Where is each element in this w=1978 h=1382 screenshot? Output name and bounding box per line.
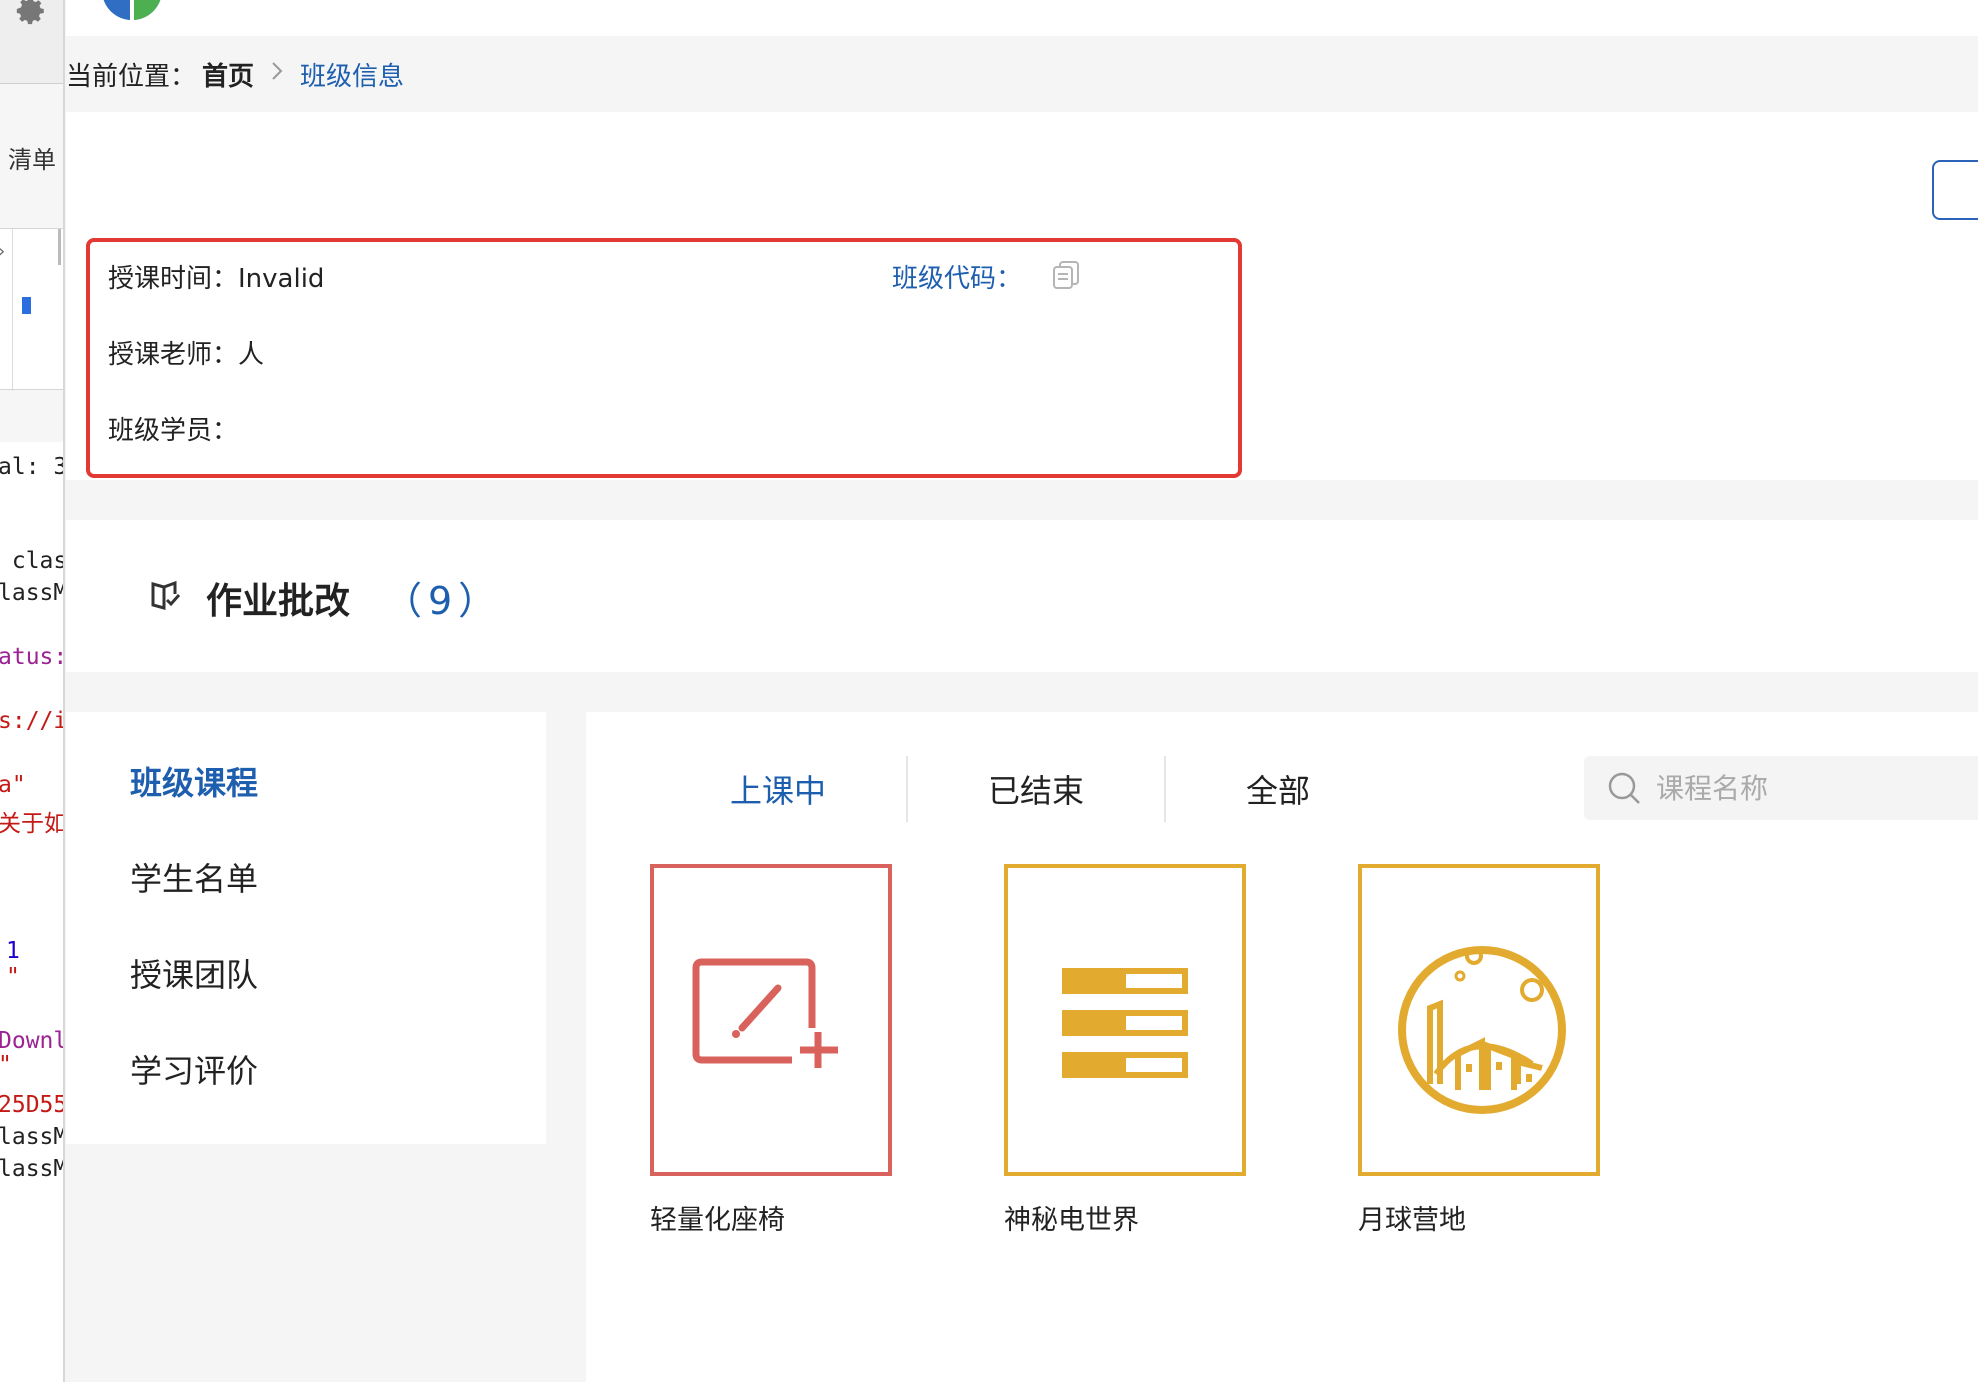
homework-card[interactable] bbox=[66, 520, 1978, 672]
class-info-card bbox=[66, 112, 1978, 480]
code-line: " bbox=[6, 964, 20, 990]
homework-count: （9） bbox=[384, 579, 503, 623]
code-line: 25D55 bbox=[0, 1092, 65, 1118]
breadcrumb: 当前位置： 首页 班级信息 bbox=[66, 36, 1978, 112]
add-board-icon bbox=[692, 958, 838, 1068]
code-line: clas bbox=[0, 548, 65, 574]
page-header bbox=[66, 0, 1978, 36]
devtools-code-view: al: 3 clas lassM atus: s://i a" 关于如何 1 "… bbox=[0, 442, 65, 1382]
logo-icon[interactable] bbox=[92, 0, 172, 22]
devtools-panel: 清单 › al: 3 clas lassM atus: s://i a" 关于如… bbox=[0, 0, 65, 1382]
selection-marker bbox=[22, 297, 31, 314]
book-check-icon bbox=[151, 580, 181, 610]
code-line: s://i bbox=[0, 708, 65, 734]
code-line: lassM bbox=[0, 580, 65, 606]
class-students-row: 班级学员： bbox=[108, 410, 238, 447]
copy-icon[interactable] bbox=[1052, 260, 1080, 290]
class-teacher-label: 授课老师： bbox=[108, 340, 239, 370]
chevron-right-icon[interactable]: › bbox=[0, 241, 5, 262]
class-code-label: 班级代码： bbox=[892, 264, 1023, 294]
tab-in-progress[interactable]: 上课中 bbox=[730, 766, 826, 812]
class-time-value: Invalid bbox=[238, 264, 325, 294]
code-line: Downl bbox=[0, 1028, 65, 1054]
class-teacher-value: 人 bbox=[238, 340, 265, 370]
breadcrumb-label: 当前位置： bbox=[66, 61, 197, 92]
tab-all[interactable]: 全部 bbox=[1246, 766, 1310, 812]
course-card-moon-camp[interactable] bbox=[1358, 864, 1600, 1176]
class-time-label: 授课时间： bbox=[108, 264, 239, 294]
code-line: a" bbox=[0, 772, 26, 798]
class-students-label: 班级学员： bbox=[108, 416, 239, 446]
devtools-subpanel: › bbox=[0, 228, 63, 391]
course-search-input[interactable] bbox=[1656, 762, 1956, 814]
course-name[interactable]: 月球营地 bbox=[1358, 1198, 1466, 1237]
code-line: 1 bbox=[6, 938, 20, 964]
tab-divider bbox=[906, 756, 908, 822]
code-line: atus: bbox=[0, 644, 65, 670]
homework-title[interactable]: 作业批改 bbox=[206, 572, 350, 624]
breadcrumb-current[interactable]: 班级信息 bbox=[300, 56, 404, 93]
tab-divider bbox=[1164, 756, 1166, 822]
search-icon[interactable] bbox=[1606, 770, 1642, 806]
code-line: " bbox=[0, 1052, 12, 1078]
moon-camp-icon bbox=[1398, 946, 1566, 1114]
side-item-class-courses[interactable]: 班级课程 bbox=[130, 758, 258, 804]
course-card-lightweight-seat[interactable] bbox=[650, 864, 892, 1176]
class-time-row: 授课时间：Invalid bbox=[108, 258, 324, 295]
side-item-student-list[interactable]: 学生名单 bbox=[130, 854, 258, 900]
code-line: 关于如何 bbox=[0, 811, 65, 837]
class-teacher-row: 授课老师：人 bbox=[108, 334, 264, 371]
course-card-mysterious-electric-world[interactable] bbox=[1004, 864, 1246, 1176]
gear-icon[interactable] bbox=[14, 0, 48, 28]
course-name[interactable]: 轻量化座椅 bbox=[650, 1198, 785, 1237]
devtools-list-label[interactable]: 清单 bbox=[8, 140, 56, 175]
code-line: lassM bbox=[0, 1156, 65, 1182]
code-line: al: 3 bbox=[0, 454, 65, 480]
code-line: lassM bbox=[0, 1124, 65, 1150]
breadcrumb-home-link[interactable]: 首页 bbox=[202, 56, 254, 93]
course-name[interactable]: 神秘电世界 bbox=[1004, 1198, 1139, 1237]
action-button[interactable] bbox=[1932, 160, 1978, 220]
stack-list-icon bbox=[1062, 968, 1188, 1078]
side-item-learning-evaluation[interactable]: 学习评价 bbox=[130, 1046, 258, 1092]
chevron-right-icon bbox=[270, 59, 284, 89]
tab-ended[interactable]: 已结束 bbox=[988, 766, 1084, 812]
side-item-teaching-team[interactable]: 授课团队 bbox=[130, 950, 258, 996]
